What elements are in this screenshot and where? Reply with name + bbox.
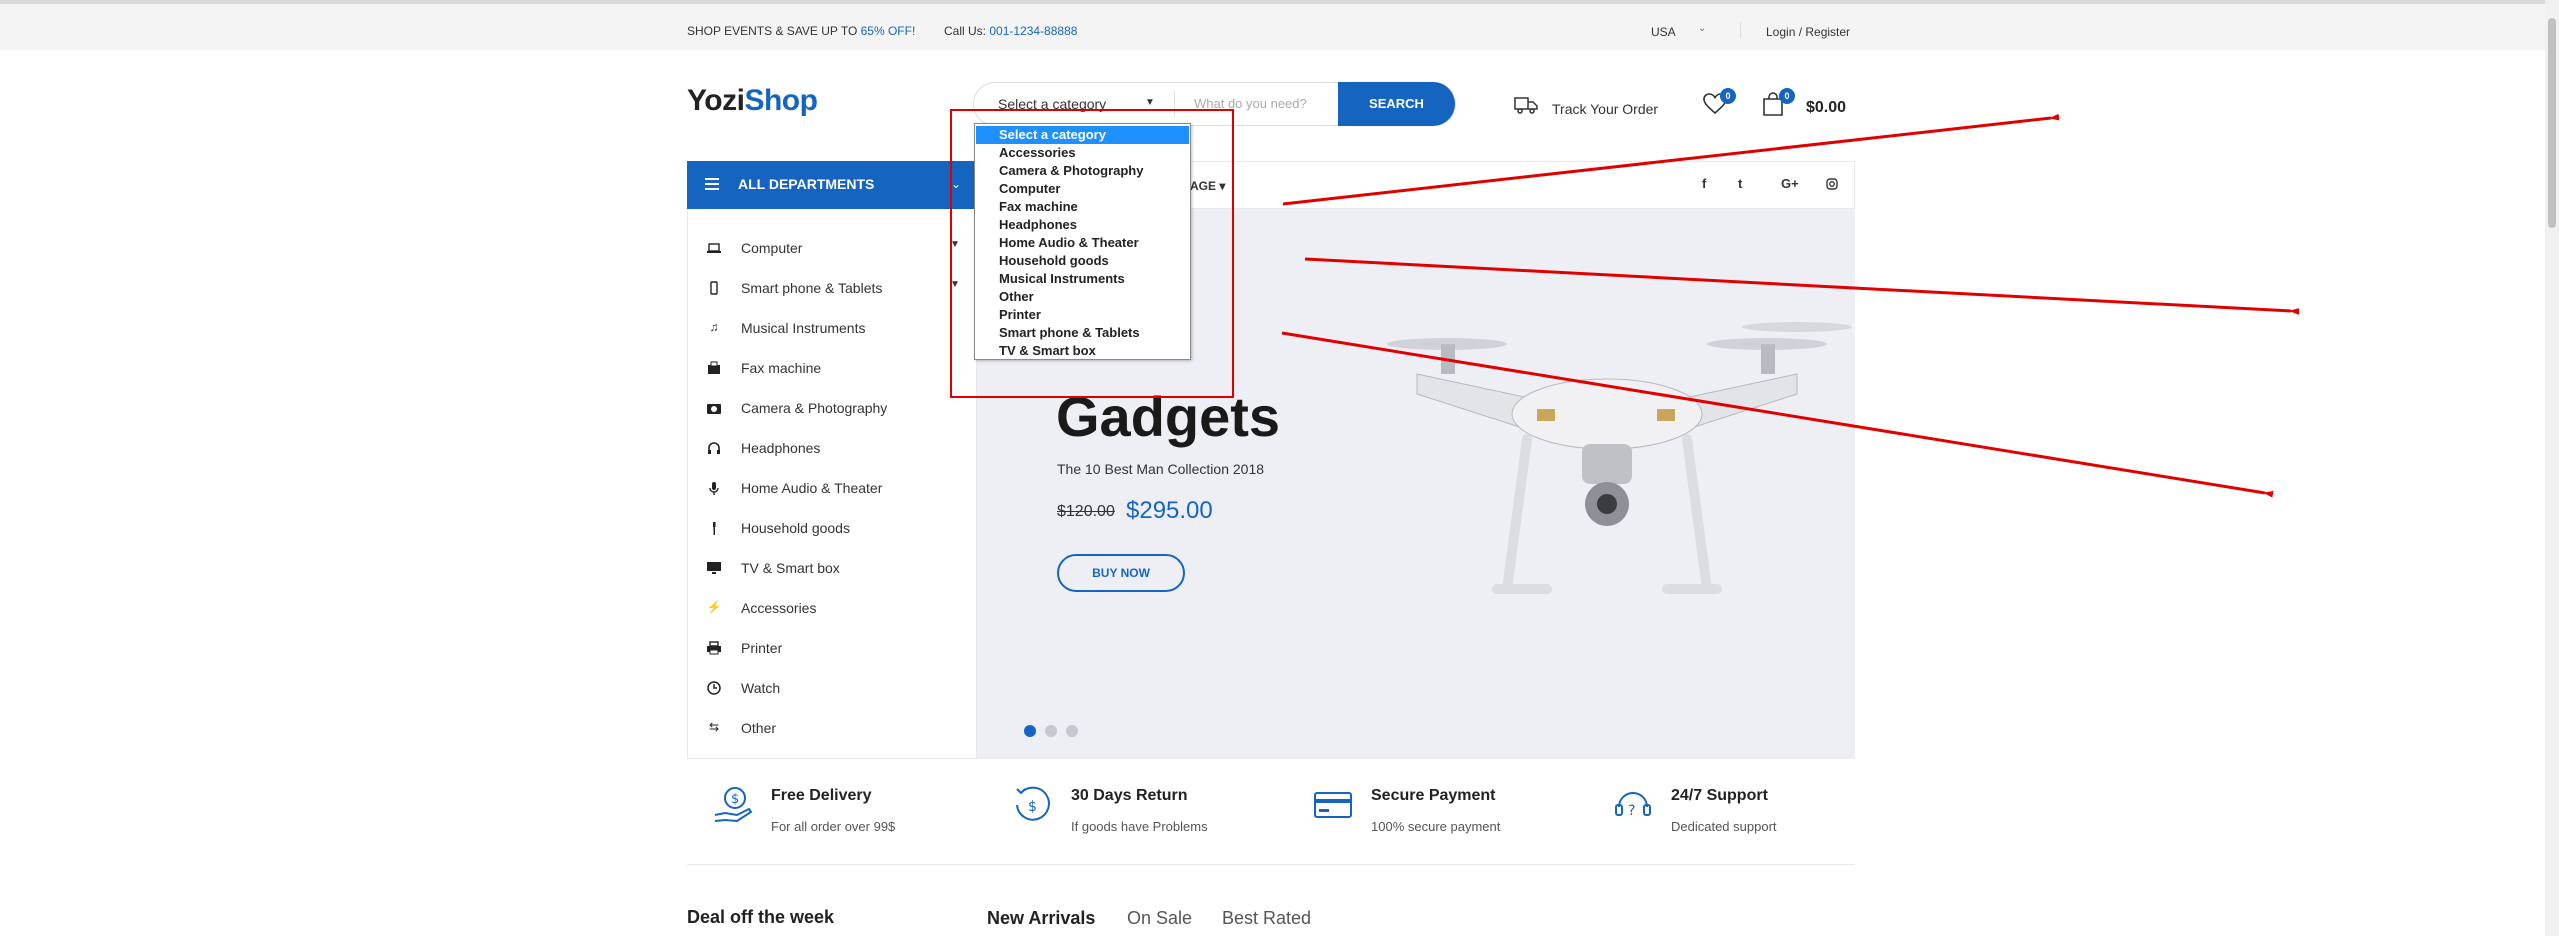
track-order-link[interactable]: Track Your Order xyxy=(1552,101,1658,117)
credit-card-icon xyxy=(1314,792,1352,818)
promo-text: SHOP EVENTS & SAVE UP TO 65% OFF! xyxy=(687,24,916,38)
dept-item-home-audio[interactable]: Home Audio & Theater xyxy=(688,474,978,504)
clock-icon xyxy=(707,681,721,695)
microphone-icon xyxy=(709,482,719,495)
scrollbar-thumb[interactable] xyxy=(2548,18,2556,228)
dept-item-watch[interactable]: Watch xyxy=(688,674,978,704)
instagram-icon[interactable] xyxy=(1826,178,1838,190)
dept-item-accessories[interactable]: ⚡ Accessories xyxy=(688,594,978,624)
fax-icon xyxy=(708,361,720,374)
dept-item-musical[interactable]: ♫ Musical Instruments xyxy=(688,314,978,344)
all-departments-label: ALL DEPARTMENTS xyxy=(738,176,875,192)
cart-total[interactable]: $0.00 xyxy=(1806,99,1846,117)
monitor-icon xyxy=(707,562,721,574)
wishlist-count-badge: 0 xyxy=(1720,88,1736,104)
dept-item-household[interactable]: Household goods xyxy=(688,514,978,544)
chevron-down-icon[interactable]: ⌄ xyxy=(1698,23,1706,34)
svg-text:?: ? xyxy=(1628,803,1635,819)
buy-now-button[interactable]: BUY NOW xyxy=(1057,554,1185,592)
page-scrollbar[interactable] xyxy=(2545,0,2559,936)
slider-dot-3[interactable] xyxy=(1066,725,1078,737)
all-departments-toggle[interactable]: ALL DEPARTMENTS ⌄ xyxy=(687,161,977,209)
google-plus-icon[interactable]: G+ xyxy=(1781,176,1799,191)
dept-item-tv[interactable]: TV & Smart box xyxy=(688,554,978,584)
music-note-icon: ♫ xyxy=(709,320,719,334)
search-button[interactable]: SEARCH xyxy=(1338,82,1455,126)
headphones-icon xyxy=(708,442,720,454)
dept-item-other[interactable]: ⇆ Other xyxy=(688,714,978,744)
slider-dot-1[interactable] xyxy=(1024,725,1036,737)
new-price: $295.00 xyxy=(1126,497,1213,524)
call-us: Call Us: 001-1234-88888 xyxy=(944,24,1078,38)
smartphone-icon xyxy=(710,281,718,295)
annotation-box xyxy=(950,109,1234,398)
hand-money-icon: $ xyxy=(714,787,753,823)
hero-subtitle: The 10 Best Man Collection 2018 xyxy=(1057,461,1265,477)
return-money-icon: $ xyxy=(1016,786,1050,821)
tab-new-arrivals[interactable]: New Arrivals xyxy=(987,908,1095,929)
truck-icon[interactable] xyxy=(1514,95,1538,115)
divider xyxy=(1740,22,1741,38)
support-icon: ? xyxy=(1615,792,1651,819)
cart-count-badge: 0 xyxy=(1779,88,1795,104)
phone-link[interactable]: 001-1234-88888 xyxy=(989,24,1077,38)
country-select[interactable]: USA xyxy=(1651,25,1676,39)
slider-dot-2[interactable] xyxy=(1045,725,1057,737)
login-register-link[interactable]: Login / Register xyxy=(1766,25,1850,39)
dept-item-computer[interactable]: Computer ▼ xyxy=(688,234,978,264)
dept-item-camera[interactable]: Camera & Photography xyxy=(688,394,978,424)
dept-item-printer[interactable]: Printer xyxy=(688,634,978,664)
caret-down-icon[interactable]: ▼ xyxy=(1145,97,1155,108)
promo-highlight[interactable]: 65% OFF! xyxy=(861,24,916,38)
tab-best-rated[interactable]: Best Rated xyxy=(1222,908,1311,929)
dept-item-headphones[interactable]: Headphones xyxy=(688,434,978,464)
facebook-icon[interactable]: f xyxy=(1702,176,1706,191)
printer-icon xyxy=(707,641,721,655)
svg-text:$: $ xyxy=(1028,799,1037,815)
shuffle-icon: ⇆ xyxy=(708,720,720,734)
deal-of-week-title: Deal off the week xyxy=(687,907,835,927)
top-bar: SHOP EVENTS & SAVE UP TO 65% OFF! Call U… xyxy=(0,0,2545,50)
bolt-icon: ⚡ xyxy=(706,600,722,614)
departments-menu: Computer ▼ Smart phone & Tablets ▼ ♫ Music… xyxy=(687,209,977,759)
twitter-icon[interactable]: t xyxy=(1738,176,1742,191)
svg-text:$: $ xyxy=(731,792,739,807)
menu-icon xyxy=(705,178,719,190)
dept-item-fax[interactable]: Fax machine xyxy=(688,354,978,384)
brush-icon xyxy=(713,522,716,535)
divider xyxy=(687,864,1855,865)
laptop-icon xyxy=(707,243,721,253)
camera-icon xyxy=(707,404,721,414)
site-logo[interactable]: YoziShop xyxy=(687,84,818,118)
dept-item-smartphone[interactable]: Smart phone & Tablets ▼ xyxy=(688,274,978,304)
tab-on-sale[interactable]: On Sale xyxy=(1127,908,1192,929)
drone-image xyxy=(1387,322,1852,594)
old-price: $120.00 xyxy=(1057,503,1115,520)
